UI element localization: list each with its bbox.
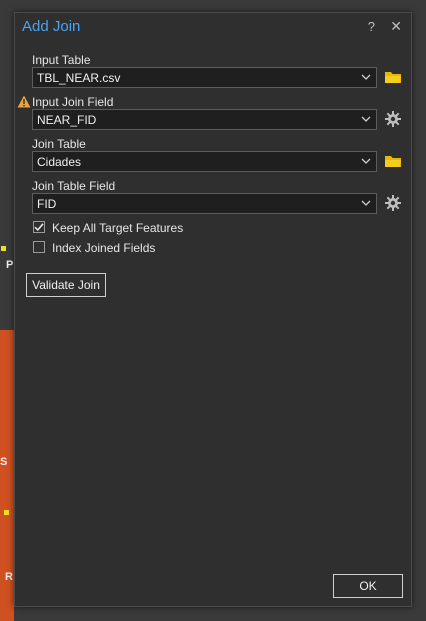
input-join-field-label: Input Join Field (32, 95, 114, 109)
add-join-dialog: Add Join ? ✕ Input Table TBL_NEAR.csv In… (14, 12, 412, 607)
index-joined-fields-label: Index Joined Fields (52, 241, 156, 255)
join-table-label: Join Table (32, 137, 86, 151)
gear-icon[interactable] (384, 110, 402, 128)
map-label: R (5, 571, 13, 583)
input-join-field-value: NEAR_FID (37, 113, 97, 127)
map-label: P (6, 259, 13, 271)
help-button[interactable]: ? (368, 19, 375, 34)
title-bar[interactable]: Add Join ? ✕ (15, 13, 411, 43)
checkmark-icon (34, 223, 44, 232)
validate-join-button[interactable]: Validate Join (26, 273, 106, 297)
input-join-field-dropdown[interactable]: NEAR_FID (32, 109, 377, 130)
input-table-label: Input Table (32, 53, 91, 67)
chevron-down-icon (361, 74, 371, 80)
join-table-field-dropdown[interactable]: FID (32, 193, 377, 214)
input-table-value: TBL_NEAR.csv (37, 71, 121, 85)
ok-button[interactable]: OK (333, 574, 403, 598)
folder-icon[interactable] (384, 68, 402, 86)
keep-all-target-features-checkbox[interactable] (33, 221, 45, 233)
map-point (1, 246, 6, 251)
dialog-title: Add Join (22, 18, 81, 35)
chevron-down-icon (361, 158, 371, 164)
input-table-dropdown[interactable]: TBL_NEAR.csv (32, 67, 377, 88)
gear-icon[interactable] (384, 194, 402, 212)
folder-icon[interactable] (384, 152, 402, 170)
join-table-field-value: FID (37, 197, 57, 211)
close-button[interactable]: ✕ (390, 18, 402, 35)
warning-icon (17, 95, 31, 108)
chevron-down-icon (361, 116, 371, 122)
index-joined-fields-checkbox[interactable] (33, 241, 45, 253)
join-table-value: Cidades (37, 155, 82, 169)
map-label: S (0, 456, 7, 468)
chevron-down-icon (361, 200, 371, 206)
join-table-field-label: Join Table Field (32, 179, 116, 193)
keep-all-target-features-label: Keep All Target Features (52, 221, 184, 235)
join-table-dropdown[interactable]: Cidades (32, 151, 377, 172)
map-point (4, 510, 9, 515)
